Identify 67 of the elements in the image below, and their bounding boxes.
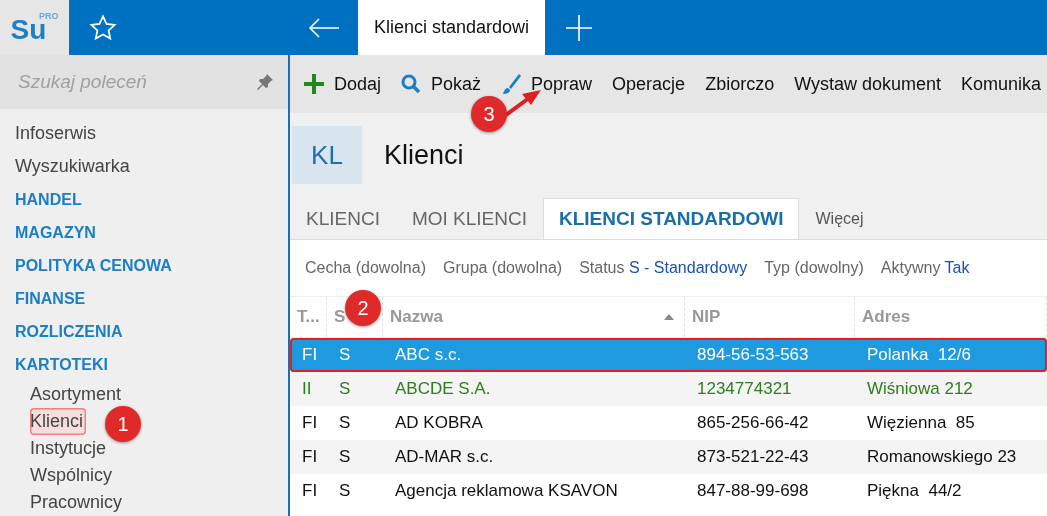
sidebar-section[interactable]: ROZLICZENIA	[15, 315, 123, 348]
tab[interactable]: KLIENCI STANDARDOWI	[543, 198, 800, 239]
sidebar-section[interactable]: MAGAZYN	[15, 216, 96, 249]
toolbar-button[interactable]: Popraw	[501, 73, 593, 95]
plus-icon[interactable]	[566, 14, 593, 41]
table-cell-text: S	[338, 412, 352, 434]
sidebar-item[interactable]: Pracownicy	[30, 489, 126, 516]
search-input[interactable]: Szukaj poleceń	[16, 70, 240, 94]
sidebar-section[interactable]: FINANSE	[15, 282, 86, 315]
table-cell-text: AD KOBRA	[394, 412, 484, 434]
table-row[interactable]: FI S AD-MAR s.c. 873-521-22-43 Romanowskiego 23	[290, 440, 1047, 474]
back-arrow-icon[interactable]	[308, 17, 340, 38]
sidebar-item[interactable]: Infoserwis	[15, 117, 97, 150]
filter[interactable]: Grupa (dowolna)	[442, 259, 563, 277]
table-cell-text: FI	[301, 480, 319, 502]
tab[interactable]: KLIENCI	[290, 198, 396, 239]
table-cell-text: AD-MAR s.c.	[394, 446, 495, 468]
table-cell-text: S	[338, 344, 352, 366]
table-cell-text: FI	[301, 344, 319, 366]
sidebar-item[interactable]: Wspólnicy	[30, 462, 116, 489]
module-code: KL	[292, 126, 362, 184]
table-cell-text: 1234774321	[696, 378, 793, 400]
document-tab[interactable]: Klienci standardowi	[358, 0, 546, 55]
toolbar-button[interactable]: Zbiorczo	[705, 73, 775, 95]
table-cell-text: 865-256-66-42	[696, 412, 810, 434]
toolbar-button[interactable]: Komunika	[961, 73, 1042, 95]
sidebar-item[interactable]: Klienci	[30, 408, 87, 435]
filter[interactable]: Typ (dowolny)	[764, 259, 864, 277]
toolbar-button[interactable]: Wystaw dokument	[794, 73, 942, 95]
command-search-field[interactable]: Szukaj poleceń	[0, 55, 288, 109]
table-cell-text: Romanowskiego 23	[866, 446, 1018, 468]
table-cell-text: 894-56-53-563	[696, 344, 810, 366]
table-cell-text: Więzienna 85	[866, 412, 976, 434]
search-icon	[401, 74, 422, 94]
table-cell-text: FI	[301, 412, 319, 434]
filter[interactable]: Aktywny Tak	[880, 259, 970, 277]
table-cell-text: Piękna 44/2	[866, 480, 963, 502]
tab[interactable]: Więcej	[799, 198, 880, 239]
filter[interactable]: Status S - Standardowy	[579, 259, 748, 277]
table-cell-text: ABCDE S.A.	[394, 378, 492, 400]
brush-icon	[501, 73, 522, 95]
plus-icon	[304, 74, 324, 94]
sidebar-item[interactable]: Wyszukiwarka	[15, 150, 130, 183]
table-cell-text: Wiśniowa 212	[866, 378, 974, 400]
pin-icon[interactable]	[256, 73, 274, 91]
toolbar-button[interactable]: Dodaj	[304, 73, 382, 95]
toolbar-button[interactable]: Operacje	[612, 73, 686, 95]
table-cell-text: 873-521-22-43	[696, 446, 810, 468]
sidebar-item[interactable]: Asortyment	[30, 381, 125, 408]
table-cell-text: S	[338, 480, 352, 502]
filter[interactable]: Cecha (dowolna)	[305, 259, 426, 277]
table-cell-text: Polanka 12/6	[866, 344, 972, 366]
table-cell-text: ABC s.c.	[394, 344, 463, 366]
sidebar-section[interactable]: HANDEL	[15, 183, 82, 216]
table-cell-text: S	[338, 446, 352, 468]
sidebar-section[interactable]: KARTOTEKI	[15, 348, 109, 381]
tab[interactable]: MOI KLIENCI	[395, 198, 543, 239]
sidebar-section[interactable]: POLITYKA CENOWA	[15, 249, 172, 282]
table-cell-text: Agencja reklamowa KSAVON	[394, 480, 619, 502]
toolbar-button[interactable]: Pokaż	[401, 73, 482, 95]
table-cell-text: II	[301, 378, 313, 400]
page-title: Klienci	[384, 139, 464, 171]
star-icon[interactable]	[89, 13, 117, 42]
table-cell-text: 847-88-99-698	[696, 480, 810, 502]
table-cell-text: FI	[301, 446, 319, 468]
table-row[interactable]: II S ABCDE S.A. 1234774321 Wiśniowa 212	[290, 372, 1047, 406]
table-cell-text: S	[338, 378, 352, 400]
